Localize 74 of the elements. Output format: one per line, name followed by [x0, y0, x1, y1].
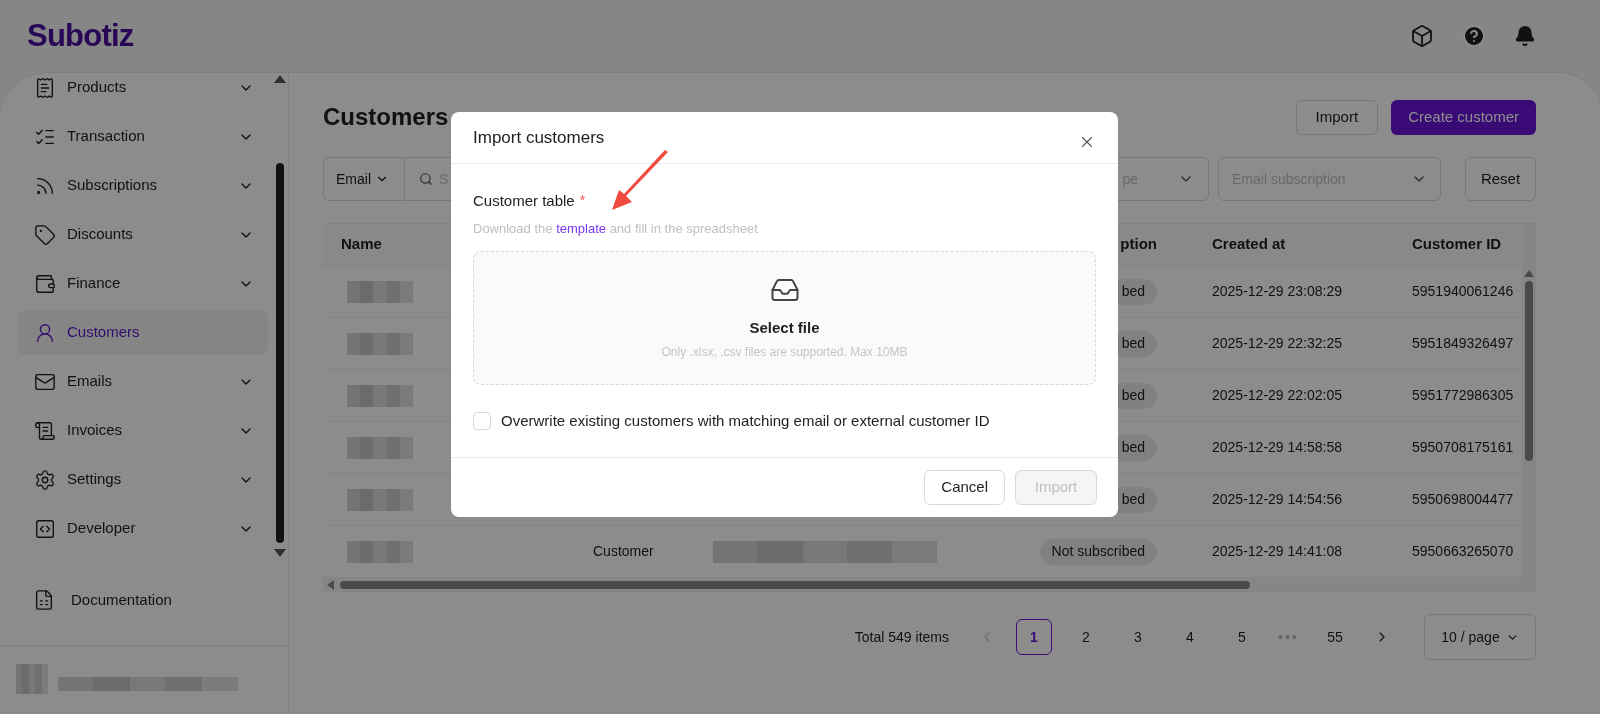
- page-button[interactable]: 1: [1016, 619, 1052, 655]
- table-cell-text: 2025-12-29 22:02:05: [1212, 386, 1343, 405]
- sidebar-item[interactable]: Subscriptions: [18, 163, 268, 208]
- annotation-arrow: [610, 150, 670, 212]
- page-size-select[interactable]: 10 / page: [1424, 614, 1536, 660]
- redacted-text: [347, 280, 413, 303]
- code-icon: [34, 517, 56, 540]
- cube-icon[interactable]: [1410, 24, 1434, 48]
- scrollbar[interactable]: [1522, 224, 1536, 578]
- table-cell: Customer: [593, 543, 654, 559]
- table-cell-text: 2025-12-29 22:32:25: [1212, 334, 1343, 353]
- page-button[interactable]: 4: [1172, 619, 1208, 655]
- redacted-text: [347, 488, 413, 511]
- table-cell-text: 5951940061246: [1412, 282, 1515, 301]
- redacted-text: [347, 436, 413, 459]
- column-header: Name: [340, 234, 383, 255]
- table-cell-text: 5951849326497: [1412, 334, 1515, 353]
- total-items: Total 549 items: [854, 627, 949, 647]
- checkbox-label: Overwrite existing customers with matching email or external customer ID: [501, 411, 990, 431]
- wallet-icon: [34, 272, 56, 295]
- document-icon: [34, 76, 56, 99]
- field-select[interactable]: Email: [323, 157, 405, 201]
- tag-icon: [34, 223, 56, 246]
- field-label: Customer table: [473, 191, 575, 211]
- page-button[interactable]: 2: [1068, 619, 1104, 655]
- search-icon: [419, 172, 433, 186]
- page-button[interactable]: 3: [1120, 619, 1156, 655]
- table-cell-text: 5950663265070: [1412, 542, 1515, 561]
- cancel-button[interactable]: Cancel: [924, 469, 1005, 505]
- sidebar-item[interactable]: Finance: [18, 261, 268, 306]
- table-cell-text: 2025-12-29 14:54:56: [1212, 490, 1343, 509]
- sidebar-item[interactable]: Customers: [18, 310, 268, 355]
- bell-icon[interactable]: [1514, 25, 1536, 47]
- reset-button[interactable]: Reset: [1465, 157, 1536, 201]
- checkbox[interactable]: [473, 412, 491, 431]
- table-cell-text: 2025-12-29 14:58:58: [1212, 438, 1343, 457]
- redacted-text: [347, 332, 413, 355]
- page-button[interactable]: 55: [1317, 619, 1353, 655]
- sidebar-item[interactable]: Settings: [18, 457, 268, 502]
- person-icon: [34, 321, 56, 344]
- column-header: Customer ID: [1412, 234, 1503, 255]
- table-cell-text: 2025-12-29 23:08:29: [1212, 282, 1343, 301]
- document-icon: [33, 589, 55, 611]
- page-button[interactable]: 5: [1224, 619, 1260, 655]
- table-cell-text: 5950698004477: [1412, 490, 1515, 509]
- create-customer-button[interactable]: Create customer: [1391, 99, 1536, 135]
- scrollbar[interactable]: [323, 578, 1536, 592]
- sidebar-item[interactable]: Discounts: [18, 212, 268, 257]
- sidebar-item[interactable]: Transaction: [18, 114, 268, 159]
- table-cell-text: 2025-12-29 14:41:08: [1212, 542, 1343, 561]
- documentation-link[interactable]: Documentation: [0, 575, 288, 625]
- redacted-text: [347, 384, 413, 407]
- help-icon[interactable]: [1462, 24, 1486, 48]
- sidebar-item[interactable]: Invoices: [18, 408, 268, 453]
- import-button[interactable]: Import: [1295, 99, 1379, 135]
- column-header: ption: [1119, 234, 1157, 255]
- dialog-title: Import customers: [473, 126, 605, 149]
- redacted-text: [347, 540, 413, 563]
- settings-icon: [34, 468, 56, 491]
- sidebar-item[interactable]: Developer: [18, 506, 268, 551]
- table-cell-text: 5951772986305: [1412, 386, 1515, 405]
- dropzone-title: Select file: [749, 317, 820, 338]
- sidebar-item[interactable]: Products: [18, 73, 268, 110]
- column-header: Created at: [1212, 234, 1287, 255]
- status-badge: Not subscribed: [1039, 538, 1157, 565]
- table-cell-text: 5950708175161: [1412, 438, 1515, 457]
- invoice-icon: [34, 419, 56, 442]
- sidebar-item[interactable]: Emails: [18, 359, 268, 404]
- logo[interactable]: Subotiz: [27, 12, 134, 60]
- template-link[interactable]: template: [556, 220, 606, 236]
- hint-text: Download the template and fill in the spreadsheet: [473, 219, 759, 238]
- redacted-text: [16, 664, 48, 694]
- required-mark: *: [579, 191, 586, 210]
- page-title: Customers: [323, 102, 449, 132]
